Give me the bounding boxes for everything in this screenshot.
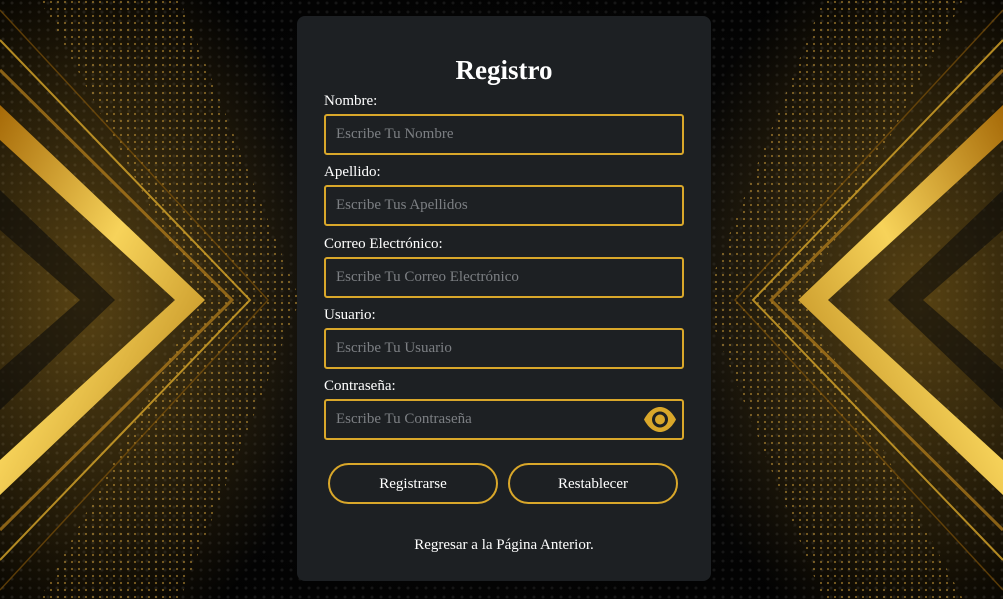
back-link[interactable]: Regresar a la Página Anterior. [297,537,711,554]
email-field-group: Correo Electrónico: [324,236,684,298]
username-field-group: Usuario: [324,307,684,369]
password-input[interactable] [324,399,684,440]
register-button[interactable]: Registrarse [328,463,498,504]
last-name-label: Apellido: [324,164,381,180]
email-input[interactable] [324,257,684,298]
page-title: Registro [455,55,553,85]
email-label: Correo Electrónico: [324,236,443,252]
first-name-field-group: Nombre: [324,93,684,155]
first-name-input[interactable] [324,114,684,155]
eye-icon[interactable] [643,406,677,433]
registration-form: Registro Nombre: Apellido: Correo Electr… [297,16,711,581]
first-name-label: Nombre: [324,93,378,109]
username-input[interactable] [324,328,684,369]
last-name-field-group: Apellido: [324,164,684,226]
reset-button[interactable]: Restablecer [508,463,678,504]
password-field-group: Contraseña: [324,378,684,440]
last-name-input[interactable] [324,185,684,226]
username-label: Usuario: [324,307,376,323]
password-label: Contraseña: [324,378,396,394]
